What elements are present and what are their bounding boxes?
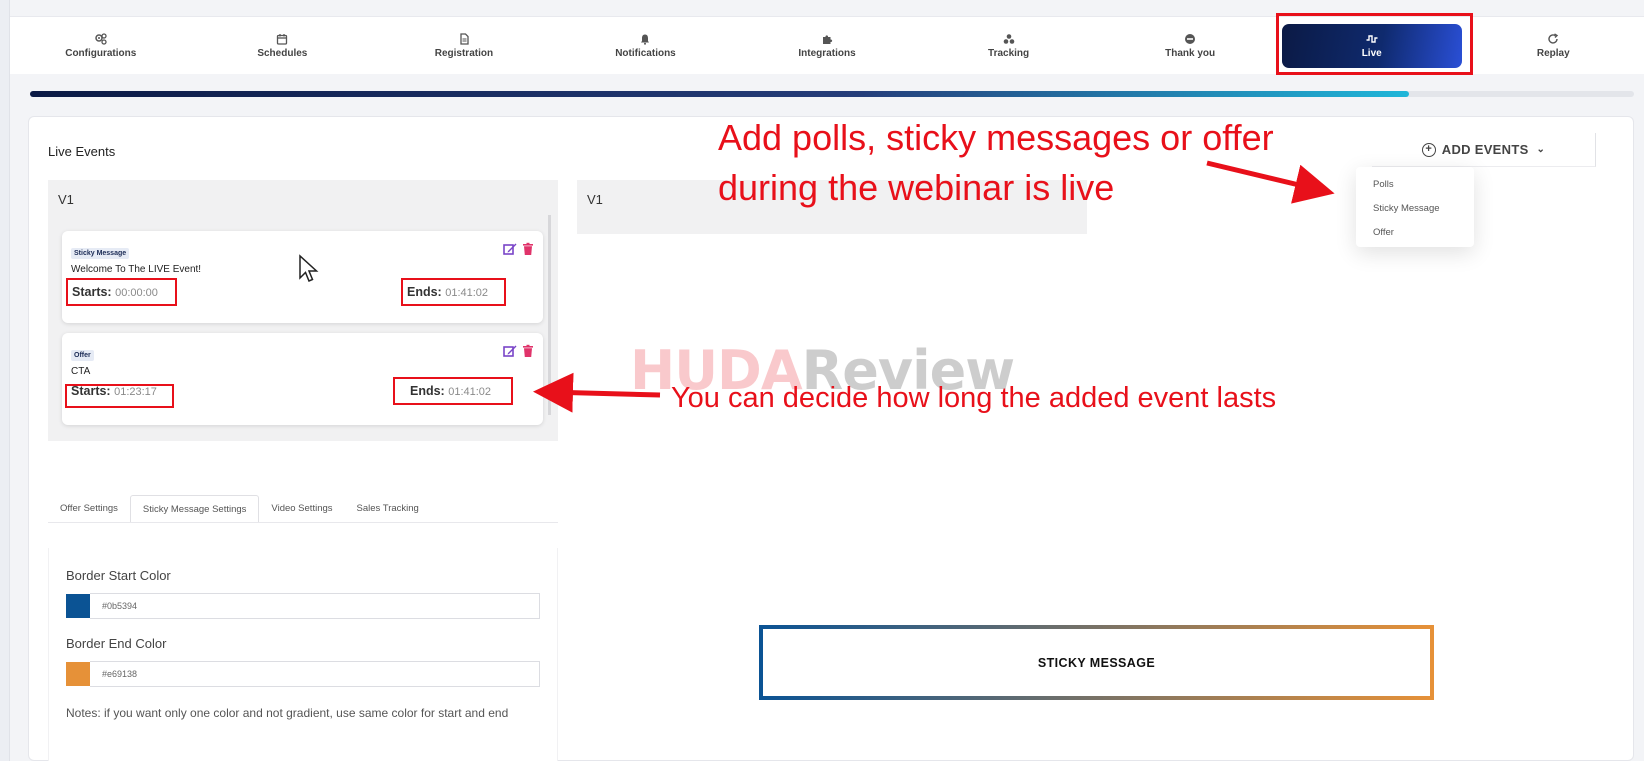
arrow-to-add-events — [1206, 160, 1335, 204]
annotation-arrows — [533, 160, 1335, 413]
arrow-to-event-times — [533, 372, 661, 413]
